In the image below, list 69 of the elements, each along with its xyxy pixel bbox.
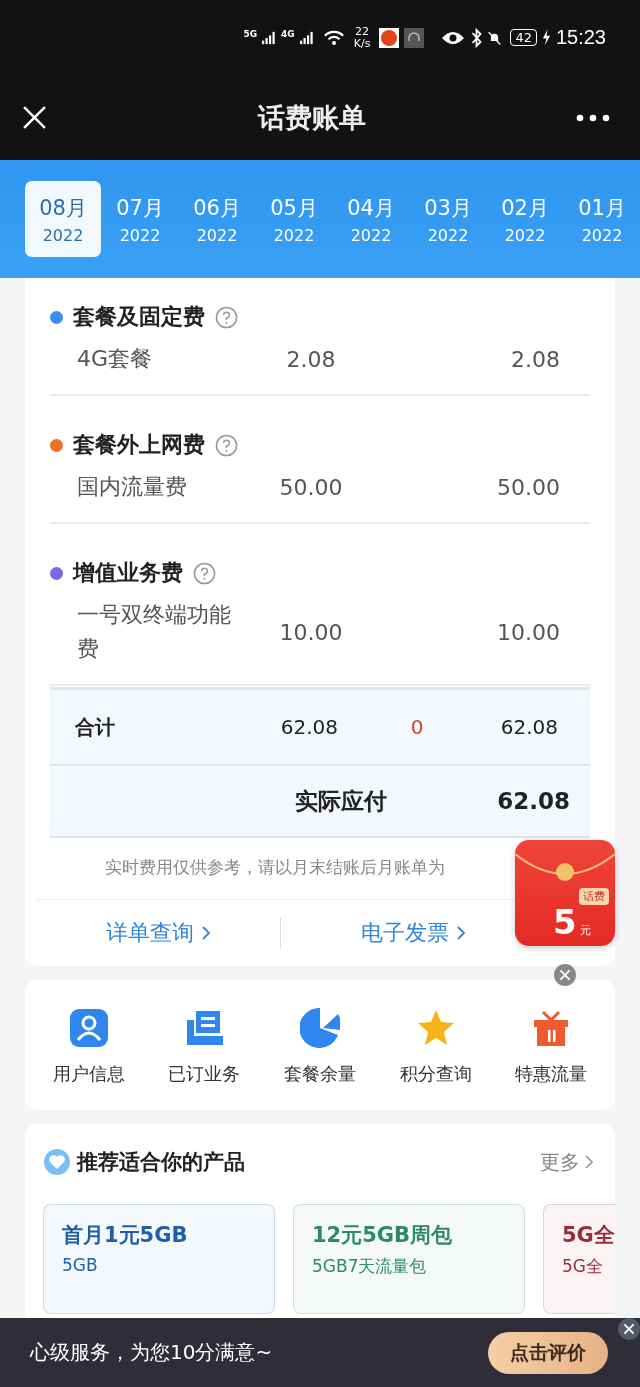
month-tab[interactable]: 05月 2022 — [256, 181, 332, 257]
close-icon[interactable] — [618, 1318, 640, 1340]
fee-payable: 2.08 — [510, 346, 560, 372]
disclaimer-text: 实时费用仅供参考，请以月末结账后月账单为 — [104, 856, 446, 879]
network-label: 5G — [243, 28, 258, 39]
headphones-icon — [404, 27, 425, 48]
signal-icon — [299, 30, 314, 45]
month-tab[interactable]: 01月 2022 — [564, 181, 640, 257]
fee-item: 一号双终端功能费 — [77, 601, 232, 663]
chevron-icon — [201, 926, 210, 940]
fee-amount: 50.00 — [278, 474, 344, 500]
category-title: 套餐及固定费 — [73, 303, 205, 331]
shortcut-item[interactable]: 特惠流量 — [515, 1008, 588, 1086]
user-icon — [68, 1008, 109, 1048]
more-link[interactable]: 更多 — [540, 1148, 593, 1176]
category-title: 套餐外上网费 — [73, 431, 205, 459]
shortcut-item[interactable]: 套餐余量 — [284, 1008, 356, 1086]
network-label: 4G — [281, 28, 295, 39]
signal-icon — [262, 30, 277, 45]
chevron-icon — [585, 1155, 593, 1169]
page-title: 话费账单 — [257, 100, 366, 135]
envelope-badge[interactable]: 话费 5 元 — [515, 840, 615, 946]
detail-link[interactable]: 详单查询 — [105, 918, 210, 948]
month-tab[interactable]: 03月 2022 — [410, 181, 486, 257]
actual-payable-amount: 62.08 — [497, 788, 570, 814]
product-card[interactable]: 12元5GB周包 5GB7天流量包 — [293, 1204, 525, 1314]
product-card[interactable]: 5G全 5G全 — [543, 1204, 615, 1314]
speed-value: 22 — [355, 25, 370, 38]
fee-payable: 10.00 — [496, 619, 560, 645]
month-tab[interactable]: 04月 2022 — [333, 181, 409, 257]
close-icon[interactable] — [22, 105, 47, 130]
charging-icon — [541, 29, 551, 46]
shortcut-item[interactable]: 用户信息 — [52, 1008, 125, 1086]
detail-link[interactable]: 电子发票 — [360, 918, 465, 948]
shortcut-item[interactable]: 积分查询 — [399, 1008, 472, 1086]
fee-amount: 10.00 — [278, 619, 344, 645]
speed-unit: K/s — [353, 37, 371, 50]
help-icon[interactable] — [193, 561, 216, 585]
rate-button[interactable]: 点击评价 — [488, 1331, 608, 1374]
help-icon[interactable] — [215, 305, 238, 329]
month-tab[interactable]: 07月 2022 — [102, 181, 178, 257]
shortcut-item[interactable]: 已订业务 — [168, 1008, 241, 1086]
fee-amount: 2.08 — [285, 346, 337, 372]
total-label: 合计 — [75, 713, 116, 741]
document-stack-icon — [184, 1008, 225, 1048]
more-icon[interactable] — [576, 113, 610, 122]
fee-item: 4G套餐 — [77, 345, 154, 373]
bluetooth-icon — [470, 27, 484, 48]
battery-level: 42 — [510, 29, 537, 46]
help-icon[interactable] — [215, 433, 238, 457]
product-card[interactable]: 首月1元5GB 5GB — [43, 1204, 275, 1314]
chevron-icon — [456, 926, 465, 940]
month-tab[interactable]: 08月 2022 — [25, 181, 101, 257]
section-title: 推荐适合你的产品 — [77, 1149, 246, 1176]
month-tab[interactable]: 02月 2022 — [487, 181, 563, 257]
total-payable: 62.08 — [499, 715, 558, 739]
feedback-text: 心级服务，为您10分满意~ — [30, 1339, 273, 1366]
category-title: 增值业务费 — [73, 559, 183, 587]
actual-payable-label: 实际应付 — [295, 786, 388, 816]
app-icon — [379, 27, 400, 48]
month-tab[interactable]: 06月 2022 — [179, 181, 255, 257]
pie-chart-icon — [300, 1008, 340, 1048]
wifi-icon — [322, 29, 345, 46]
fee-payable: 50.00 — [496, 474, 560, 500]
clock-time: 15:23 — [555, 26, 606, 49]
eye-icon — [441, 29, 466, 46]
fee-item: 国内流量费 — [77, 473, 188, 501]
discount-amount: 0 — [409, 715, 425, 739]
total-amount: 62.08 — [279, 715, 338, 739]
